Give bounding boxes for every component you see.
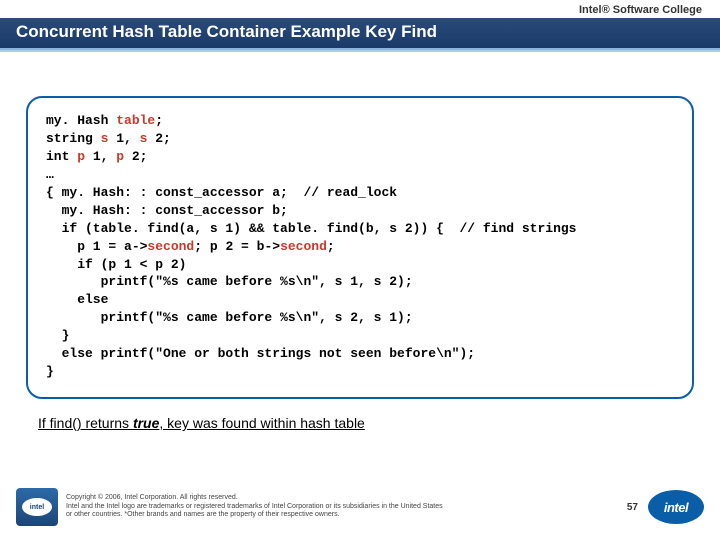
copy-line: Intel and the Intel logo are trademarks … [66, 503, 627, 512]
code-block: my. Hash table; string s 1, s 2; int p 1… [26, 96, 694, 399]
copyright-text: Copyright © 2006, Intel Corporation. All… [66, 494, 627, 520]
code-text: 2; [124, 149, 147, 164]
copy-line: Copyright © 2006, Intel Corporation. All… [66, 494, 627, 503]
code-text: ; [155, 113, 163, 128]
code-line: } [46, 328, 69, 343]
code-line: int [46, 149, 77, 164]
note-true: true [133, 415, 159, 431]
code-text: 2; [147, 131, 170, 146]
code-line: printf("%s came before %s\n", s 2, s 1); [46, 310, 413, 325]
intel-logo-large-icon: intel [648, 490, 704, 524]
code-line: p 1 = a-> [46, 239, 147, 254]
code-ident: p [77, 149, 85, 164]
slide-title: Concurrent Hash Table Container Example … [0, 18, 720, 50]
note-text: returns [82, 415, 133, 431]
intel-logo-text: intel [22, 498, 52, 516]
code-line: if (p 1 < p 2) [46, 257, 186, 272]
code-line: my. Hash [46, 113, 116, 128]
code-line: my. Hash: : const_accessor b; [46, 203, 288, 218]
note-func: find() [50, 415, 82, 431]
footer: intel Copyright © 2006, Intel Corporatio… [0, 488, 720, 526]
code-line: } [46, 364, 54, 379]
code-line: { my. Hash: : const_accessor a; // read_… [46, 185, 397, 200]
note-text: , key was found within hash table [159, 415, 364, 431]
code-line: else printf("One or both strings not see… [46, 346, 475, 361]
code-line: … [46, 167, 54, 182]
code-line: else [46, 292, 108, 307]
content-area: my. Hash table; string s 1, s 2; int p 1… [0, 56, 720, 439]
intel-logo-icon: intel [16, 488, 58, 526]
bottom-note: If find() returns true, key was found wi… [38, 415, 694, 431]
copy-line: or other countries. *Other brands and na… [66, 511, 627, 520]
code-ident: table [116, 113, 155, 128]
code-text: ; p 2 = b-> [194, 239, 280, 254]
brand-header: Intel® Software College [0, 0, 720, 18]
code-text: 1, [85, 149, 116, 164]
page-number: 57 [627, 502, 638, 513]
title-underline [0, 50, 720, 52]
code-line: if (table. find(a, s 1) && table. find(b… [46, 221, 577, 236]
code-text: 1, [108, 131, 139, 146]
code-ident: second [147, 239, 194, 254]
code-line: printf("%s came before %s\n", s 1, s 2); [46, 274, 413, 289]
code-line: string [46, 131, 101, 146]
code-ident: p [116, 149, 124, 164]
note-text: If [38, 415, 50, 431]
code-text: ; [327, 239, 335, 254]
code-ident: second [280, 239, 327, 254]
